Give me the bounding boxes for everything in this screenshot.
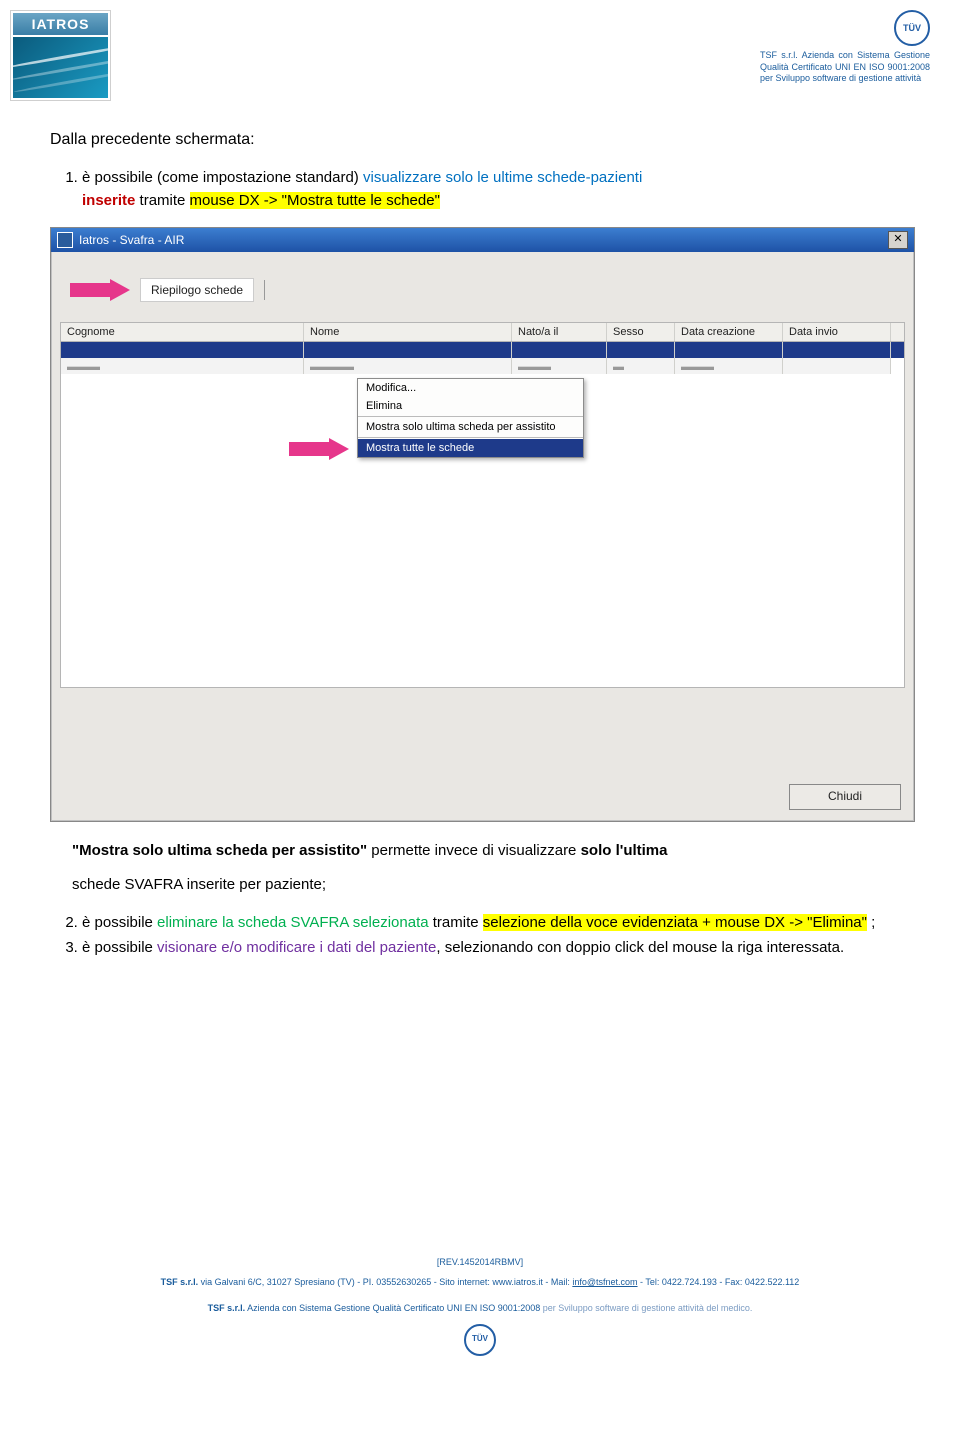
ctx-mostra-ultima[interactable]: Mostra solo ultima scheda per assistito (358, 418, 583, 436)
logo-graphic (13, 37, 108, 98)
callout-arrow-1 (70, 279, 130, 301)
chiudi-button[interactable]: Chiudi (789, 784, 901, 810)
step1-inserite: inserite (82, 192, 135, 209)
grid-row[interactable]: ▬▬▬▬▬▬▬▬▬▬▬▬▬▬ (61, 358, 904, 374)
footer-line-1: TSF s.r.l. via Galvani 6/C, 31027 Spresi… (20, 1275, 940, 1289)
ctx-separator (358, 437, 583, 438)
col-cognome[interactable]: Cognome (61, 323, 304, 341)
footer-tuv-icon: TÜV (464, 1324, 496, 1356)
ctx-elimina[interactable]: Elimina (358, 397, 583, 415)
step-1: è possibile (come impostazione standard)… (82, 167, 915, 212)
footer-mail-link[interactable]: info@tsfnet.com (572, 1277, 637, 1287)
step3-violet-text: visionare e/o modificare i dati del pazi… (157, 939, 436, 956)
step2-green-text: eliminare la scheda SVAFRA selezionata (157, 914, 429, 931)
page-header: IATROS TÜV TSF s.r.l. Azienda con Sistem… (0, 0, 960, 101)
step-list-bottom: è possibile eliminare la scheda SVAFRA s… (50, 912, 915, 960)
step2-highlight: selezione della voce evidenziata + mouse… (483, 914, 867, 931)
step-list-top: è possibile (come impostazione standard)… (50, 167, 915, 212)
page-footer: [REV.1452014RBMV] TSF s.r.l. via Galvani… (0, 1245, 960, 1366)
toolbar-row: Riepilogo schede (70, 278, 905, 302)
step-2: è possibile eliminare la scheda SVAFRA s… (82, 912, 915, 935)
app-window: Iatros - Svafra - AIR ✕ Riepilogo schede… (50, 227, 915, 822)
ctx-separator (358, 416, 583, 417)
tuv-logo-icon: TÜV (894, 10, 930, 46)
context-menu[interactable]: Modifica... Elimina Mostra solo ultima s… (357, 378, 584, 458)
step-3: è possibile visionare e/o modificare i d… (82, 937, 915, 960)
section-heading: Dalla precedente schermata: (50, 131, 915, 149)
steps-list-continued: schede SVAFRA inserite per paziente; (50, 874, 915, 897)
col-nome[interactable]: Nome (304, 323, 512, 341)
window-body: Riepilogo schede Cognome Nome Nato/a il … (51, 252, 914, 821)
window-titlebar[interactable]: Iatros - Svafra - AIR ✕ (51, 228, 914, 252)
callout-arrow-2 (289, 438, 349, 460)
col-data-invio[interactable]: Data invio (783, 323, 891, 341)
grid-row-selected[interactable] (61, 342, 904, 358)
cert-text: TSF s.r.l. Azienda con Sistema Gestione … (760, 50, 930, 85)
window-close-button[interactable]: ✕ (888, 231, 908, 249)
logo-text: IATROS (13, 13, 108, 35)
footer-line-2: TSF s.r.l. Azienda con Sistema Gestione … (20, 1301, 940, 1315)
grid-body[interactable]: ▬▬▬▬▬▬▬▬▬▬▬▬▬▬ Modifica... Elimina Mostr… (61, 342, 904, 687)
quote-tail: schede SVAFRA inserite per paziente; (72, 874, 915, 897)
riepilogo-schede-button[interactable]: Riepilogo schede (140, 278, 254, 302)
col-data-creazione[interactable]: Data creazione (675, 323, 783, 341)
window-title: Iatros - Svafra - AIR (79, 233, 184, 247)
ctx-modifica[interactable]: Modifica... (358, 379, 583, 397)
revision-code: [REV.1452014RBMV] (20, 1255, 940, 1269)
quote-title-bold: "Mostra solo ultima scheda per assistito… (72, 842, 367, 859)
patient-grid[interactable]: Cognome Nome Nato/a il Sesso Data creazi… (60, 322, 905, 688)
col-sesso[interactable]: Sesso (607, 323, 675, 341)
toolbar-separator (264, 280, 265, 300)
document-content: Dalla precedente schermata: è possibile … (0, 101, 960, 995)
window-icon (57, 232, 73, 248)
col-nato[interactable]: Nato/a il (512, 323, 607, 341)
quote-paragraph: "Mostra solo ultima scheda per assistito… (72, 842, 915, 859)
iatros-logo: IATROS (10, 10, 111, 101)
header-cert-block: TÜV TSF s.r.l. Azienda con Sistema Gesti… (760, 10, 930, 85)
step1-visualizzare: visualizzare solo le ultime schede-pazie… (363, 169, 642, 186)
step1-highlight: mouse DX -> "Mostra tutte le schede" (190, 192, 440, 209)
grid-header: Cognome Nome Nato/a il Sesso Data creazi… (61, 323, 904, 342)
ctx-mostra-tutte[interactable]: Mostra tutte le schede (358, 439, 583, 457)
